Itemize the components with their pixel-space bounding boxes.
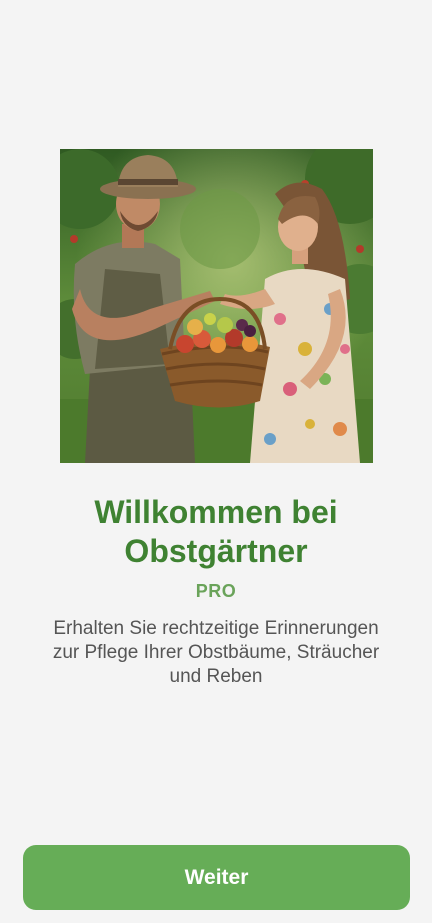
continue-button[interactable]: Weiter (23, 845, 410, 910)
pro-badge: PRO (195, 581, 237, 601)
welcome-title: Willkommen bei Obstgärtner (94, 494, 338, 569)
onboarding-screen: Willkommen bei Obstgärtner PRO Erhalten … (0, 0, 432, 923)
orchard-couple-illustration (60, 149, 373, 463)
hero-image (60, 149, 373, 463)
welcome-description: Erhalten Sie rechtzeitige Erinnerungen z… (52, 618, 380, 687)
